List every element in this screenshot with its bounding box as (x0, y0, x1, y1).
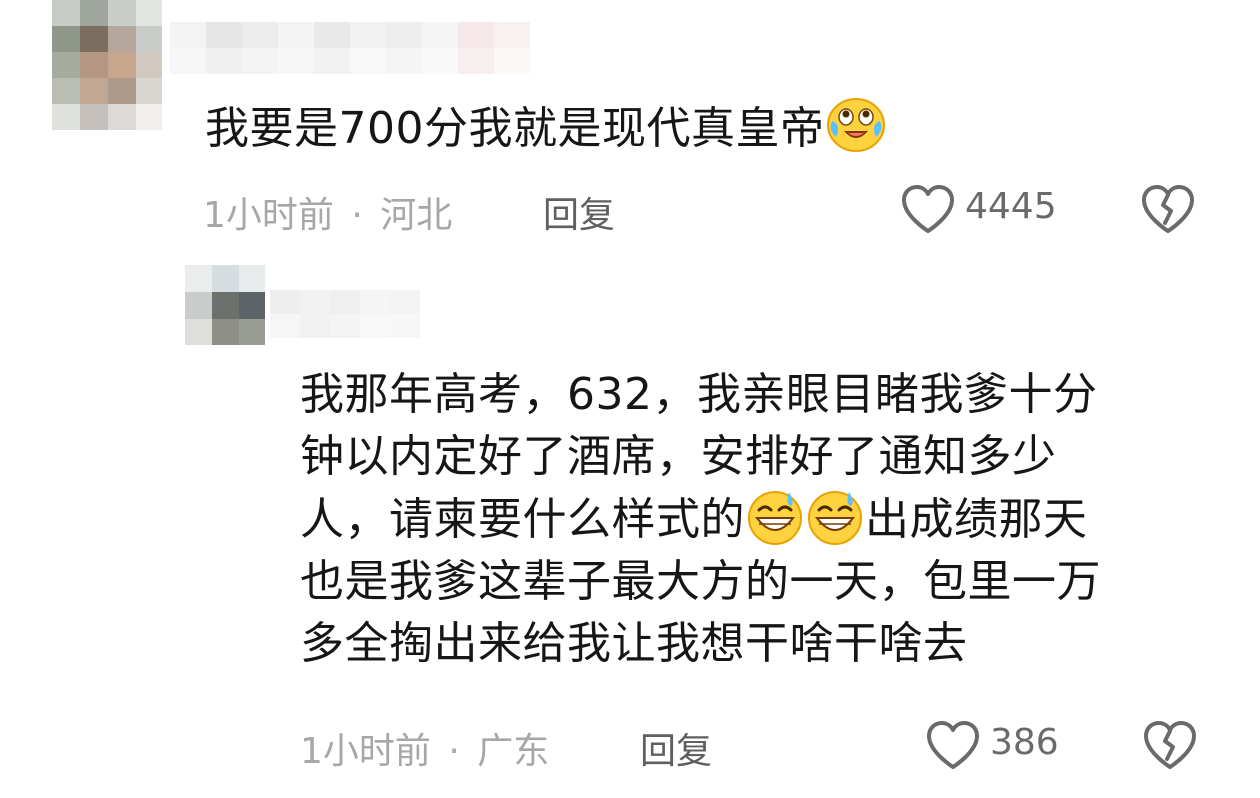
timestamp: 1小时前 (300, 731, 431, 772)
broken-heart-icon[interactable] (1140, 183, 1196, 235)
comment-1-text: 我要是700分我就是现代真皇帝 (205, 97, 886, 160)
avatar[interactable] (185, 265, 265, 345)
comment-line: 多全掏出来给我让我想干啥干啥去 (300, 618, 968, 669)
heart-outline-icon[interactable] (925, 719, 981, 771)
username[interactable] (270, 290, 420, 338)
timestamp: 1小时前 (203, 195, 334, 236)
laughing-crying-face-icon (827, 98, 886, 152)
separator-dot: · (448, 731, 460, 772)
comment-page: 我要是700分我就是现代真皇帝 1小时前 · 河北 回复 4445 我那年高考，… (0, 0, 1260, 798)
comment-line: 也是我爹这辈子最大方的一天，包里一万 (300, 556, 1101, 607)
broken-heart-icon[interactable] (1142, 719, 1198, 771)
comment-line: 人，请柬要什么样式的 出成绩那天 (300, 488, 1101, 551)
comment-text-segment: 出成绩那天 (865, 494, 1088, 545)
separator-dot: · (351, 195, 363, 236)
comment-2-meta: 1小时前 · 广东 (300, 722, 549, 774)
comment-2-text: 我那年高考，632，我亲眼目睹我爹十分 钟以内定好了酒席，安排好了通知多少 人，… (300, 364, 1101, 675)
heart-outline-icon[interactable] (900, 183, 956, 235)
grinning-sweat-face-icon (808, 491, 862, 545)
comment-line: 我那年高考，632，我亲眼目睹我爹十分 (300, 369, 1098, 420)
reply-button[interactable]: 回复 (543, 186, 615, 238)
like-count: 4445 (965, 186, 1057, 227)
location: 河北 (380, 195, 453, 236)
reply-button[interactable]: 回复 (640, 722, 712, 774)
username[interactable] (170, 22, 530, 74)
grinning-sweat-face-icon (748, 491, 802, 545)
comment-text-segment: 我要是700分我就是现代真皇帝 (205, 103, 825, 154)
comment-text-segment: 人，请柬要什么样式的 (300, 494, 745, 545)
comment-1-meta: 1小时前 · 河北 (203, 186, 452, 238)
comment-line: 钟以内定好了酒席，安排好了通知多少 (300, 431, 1057, 482)
location: 广东 (477, 731, 550, 772)
avatar[interactable] (52, 0, 162, 130)
like-count: 386 (990, 722, 1059, 763)
